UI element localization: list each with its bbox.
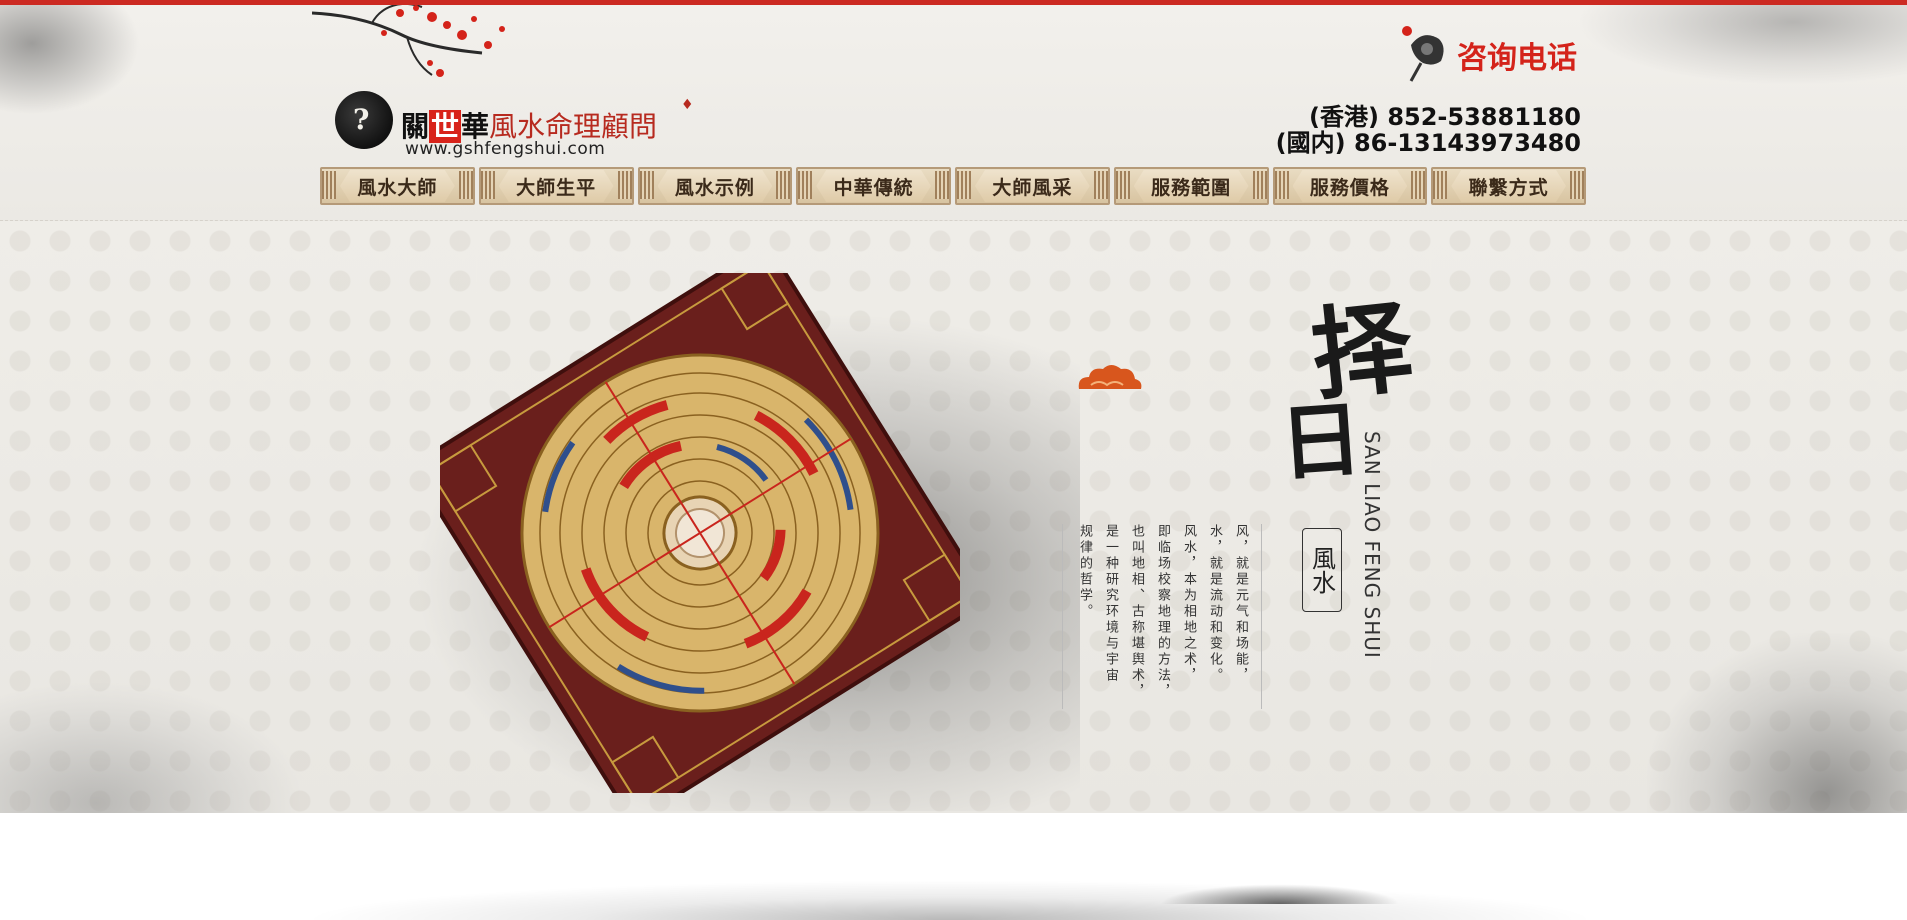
- ink-wash-decoration: [1160, 884, 1400, 904]
- section-shadow: [300, 880, 1600, 920]
- consult-label: 咨询电话: [1457, 41, 1577, 76]
- site-logo[interactable]: ? 關世華風水命理顧問 ♦ www.gshfengshui.com: [335, 87, 695, 159]
- nav-label: 服務範圍: [1151, 176, 1232, 199]
- consult-hotline: 咨询电话: [1397, 23, 1584, 83]
- logo-url: www.gshfengshui.com: [405, 139, 606, 159]
- description-column: 风水，本为相地之术，: [1181, 524, 1196, 684]
- description-column: 也叫地相、古称堪舆术，: [1129, 524, 1144, 700]
- hero-banner: 择 日 SAN LIAO FENG SHUI 風水 风，就是元气和场能， 水，就…: [0, 220, 1907, 813]
- luopan-compass-image: [440, 273, 960, 793]
- nav-label: 風水大師: [357, 176, 438, 199]
- logo-seal-icon: ♦: [681, 97, 694, 113]
- site-header: ? 關世華風水命理顧問 ♦ www.gshfengshui.com 咨询电话 (…: [0, 5, 1907, 220]
- description-column: 是一种研究环境与宇宙: [1103, 524, 1118, 684]
- plum-blossom-branch-icon: [312, 5, 505, 77]
- calligraphy-title: 择 日: [1276, 287, 1420, 571]
- nav-label: 大師風采: [992, 176, 1073, 199]
- nav-item-fengshui-examples[interactable]: 風水示例: [636, 165, 795, 207]
- calligraphy-char-2: 日: [1276, 391, 1366, 493]
- nav-label: 風水示例: [674, 176, 755, 199]
- description-column: 规律的哲学。: [1077, 524, 1092, 620]
- nav-label: 聯繫方式: [1468, 176, 1549, 199]
- ink-mountain-decoration: [1647, 633, 1907, 813]
- ink-wash-decoration: [1577, 5, 1907, 85]
- calligraphy-char-1: 择: [1306, 287, 1418, 415]
- nav-item-master-biography[interactable]: 大師生平: [477, 165, 636, 207]
- main-nav: 風水大師 大師生平 風水示例 中華傳統 大師風采 服務範圍 服務價格 聯繫方式: [318, 165, 1588, 207]
- nav-label: 大師生平: [516, 176, 597, 199]
- nav-label: 服務價格: [1309, 176, 1390, 199]
- ink-mountain-decoration: [0, 683, 300, 813]
- description-column: 水，就是流动和变化。: [1207, 524, 1222, 684]
- yin-yang-dragon-icon: ?: [335, 91, 393, 149]
- fengshui-seal: 風水: [1302, 528, 1342, 612]
- nav-item-chinese-tradition[interactable]: 中華傳統: [794, 165, 953, 207]
- ink-wash-decoration: [0, 5, 140, 115]
- auspicious-cloud-icon: [1078, 365, 1142, 389]
- nav-item-master-gallery[interactable]: 大師風采: [953, 165, 1112, 207]
- nav-item-fengshui-master[interactable]: 風水大師: [318, 165, 477, 207]
- description-column: 即临场校察地理的方法，: [1155, 524, 1170, 700]
- nav-item-service-scope[interactable]: 服務範圍: [1112, 165, 1271, 207]
- phone-mainland[interactable]: (國内) 86-13143973480: [1276, 123, 1581, 158]
- romanized-title: SAN LIAO FENG SHUI: [1360, 431, 1384, 659]
- nav-item-contact[interactable]: 聯繫方式: [1429, 165, 1588, 207]
- description-column: 风，就是元气和场能，: [1233, 524, 1248, 684]
- fengshui-description: 风，就是元气和场能， 水，就是流动和变化。 风水，本为相地之术， 即临场校察地理…: [1062, 524, 1262, 709]
- nav-item-service-pricing[interactable]: 服務價格: [1271, 165, 1430, 207]
- vintage-phone-icon: [1402, 26, 1444, 82]
- nav-label: 中華傳統: [833, 176, 914, 199]
